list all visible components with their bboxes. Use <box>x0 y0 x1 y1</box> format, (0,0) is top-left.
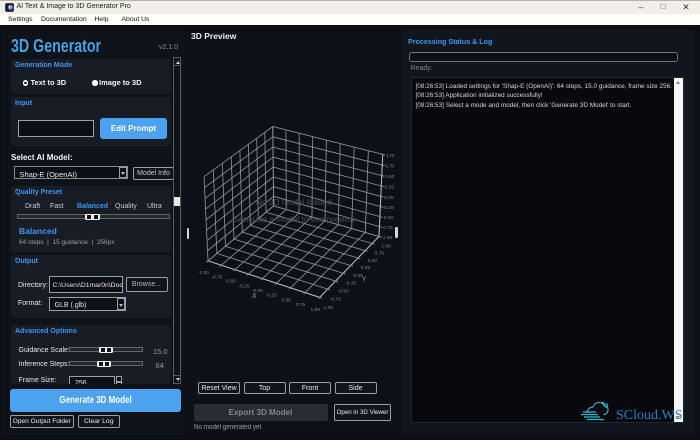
svg-text:-0.75: -0.75 <box>382 225 393 231</box>
svg-text:-0.50: -0.50 <box>338 289 349 295</box>
svg-text:0.75: 0.75 <box>296 302 306 308</box>
svg-text:0.25: 0.25 <box>361 265 371 271</box>
svg-text:-1.00: -1.00 <box>198 270 209 276</box>
svg-text:0.50: 0.50 <box>281 297 291 303</box>
svg-text:Generate a model to see previe: Generate a model to see preview <box>233 214 357 224</box>
svg-text:-0.50: -0.50 <box>382 215 393 221</box>
svg-text:-0.75: -0.75 <box>330 297 341 303</box>
svg-text:-0.25: -0.25 <box>383 205 394 211</box>
svg-text:1.00: 1.00 <box>381 243 391 249</box>
svg-text:X: X <box>252 293 257 300</box>
svg-text:-0.25: -0.25 <box>238 283 249 289</box>
svg-text:-0.75: -0.75 <box>211 274 222 280</box>
svg-text:0.50: 0.50 <box>368 258 378 264</box>
svg-text:1.00: 1.00 <box>310 307 320 313</box>
svg-text:0.25: 0.25 <box>384 184 394 190</box>
svg-text:1.00: 1.00 <box>386 153 394 159</box>
svg-text:0.50: 0.50 <box>385 174 394 180</box>
svg-text:0.00: 0.00 <box>384 195 394 201</box>
svg-text:No 3D model loaded: No 3D model loaded <box>256 197 332 207</box>
svg-text:-1.00: -1.00 <box>381 235 392 241</box>
svg-text:SCloud.WS: SCloud.WS <box>616 408 683 423</box>
svg-text:Y: Y <box>362 276 367 283</box>
svg-text:-0.50: -0.50 <box>225 279 236 285</box>
svg-text:0.25: 0.25 <box>267 293 277 299</box>
svg-text:-0.25: -0.25 <box>345 281 356 287</box>
svg-text:0.75: 0.75 <box>375 251 385 257</box>
svg-text:0.75: 0.75 <box>386 164 394 170</box>
svg-text:-1.00: -1.00 <box>322 305 333 311</box>
